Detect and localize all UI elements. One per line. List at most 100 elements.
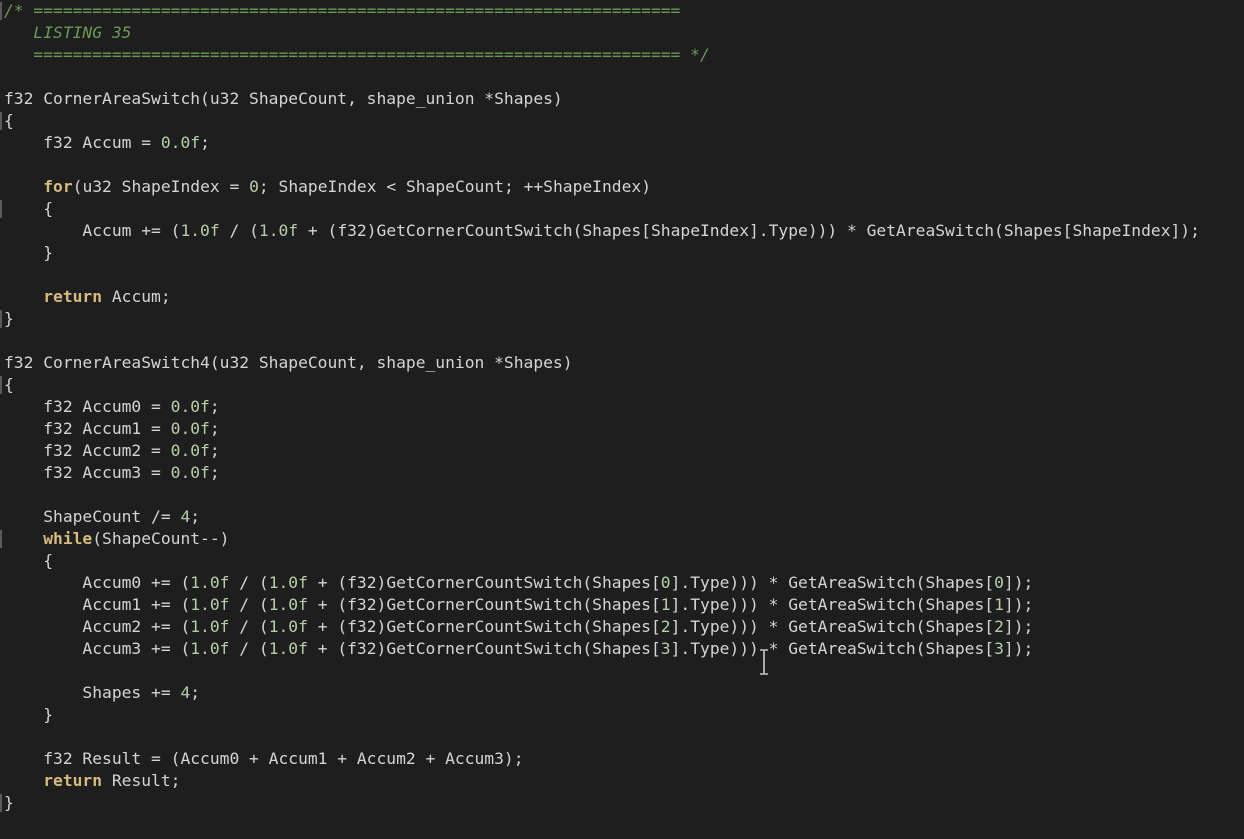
number-token: 1.0f <box>190 595 230 614</box>
code-line: for(u32 ShapeIndex = 0; ShapeIndex < Sha… <box>4 176 1200 198</box>
code-line: } <box>4 792 1200 814</box>
code-token: Result; <box>102 771 181 790</box>
code-token: ]); <box>1003 617 1034 636</box>
number-token: 1.0f <box>268 617 308 636</box>
number-token: 0.0f <box>170 463 210 482</box>
code-token: + (f32)GetCornerCountSwitch(Shapes[ <box>307 617 661 636</box>
code-line: Shapes += 4; <box>4 682 1200 704</box>
code-token: ].Type))) * GetAreaSwitch(Shapes[ <box>670 595 995 614</box>
code-line: Accum3 += (1.0f / (1.0f + (f32)GetCorner… <box>4 638 1200 660</box>
number-token: 1.0f <box>258 221 299 240</box>
code-token: f32 Accum0 = <box>4 397 171 416</box>
code-token: { <box>4 111 14 130</box>
code-text-area[interactable]: /* =====================================… <box>4 0 1200 814</box>
gutter-marker <box>0 112 2 130</box>
number-token: 1 <box>994 595 1004 614</box>
number-token: 1.0f <box>268 573 308 592</box>
code-token: ; <box>209 419 220 438</box>
code-line: } <box>4 308 1200 330</box>
code-token: / ( <box>229 595 269 614</box>
code-editor[interactable]: /* =====================================… <box>0 0 1244 839</box>
number-token: 4 <box>180 507 191 526</box>
code-line: ShapeCount /= 4; <box>4 506 1200 528</box>
code-token: + (f32)GetCornerCountSwitch(Shapes[ <box>307 639 661 658</box>
code-token: ].Type))) * GetAreaSwitch(Shapes[ <box>670 573 995 592</box>
code-token: f32 CornerAreaSwitch(u32 ShapeCount, sha… <box>4 89 563 108</box>
code-line: f32 Accum2 = 0.0f; <box>4 440 1200 462</box>
code-token: } <box>4 309 14 328</box>
number-token: 3 <box>660 639 671 658</box>
code-line: } <box>4 242 1200 264</box>
number-token: 1.0f <box>268 595 308 614</box>
code-line: } <box>4 704 1200 726</box>
code-token: / ( <box>229 639 269 658</box>
comment-token: LISTING 35 <box>4 23 132 42</box>
code-token: } <box>4 705 54 724</box>
code-token: + (f32)GetCornerCountSwitch(Shapes[ <box>307 595 661 614</box>
number-token: 1.0f <box>190 573 230 592</box>
number-token: 4 <box>180 683 191 702</box>
gutter-marker <box>0 794 2 812</box>
code-token: { <box>4 375 14 394</box>
number-token: 2 <box>994 617 1004 636</box>
number-token: 1.0f <box>180 221 220 240</box>
code-token: ; <box>190 507 201 526</box>
code-line: f32 Accum0 = 0.0f; <box>4 396 1200 418</box>
number-token: 0 <box>660 573 671 592</box>
gutter-marker <box>0 2 2 20</box>
code-token: ].Type))) * GetAreaSwitch(Shapes[ <box>670 617 995 636</box>
code-token: { <box>4 199 54 218</box>
code-line: Accum += (1.0f / (1.0f + (f32)GetCornerC… <box>4 220 1200 242</box>
gutter-marker <box>0 200 2 218</box>
number-token: 0.0f <box>160 133 201 152</box>
code-token: { <box>4 551 54 570</box>
code-token: ; <box>209 441 220 460</box>
code-token: / ( <box>229 617 269 636</box>
number-token: 1.0f <box>190 639 230 658</box>
code-line: f32 CornerAreaSwitch4(u32 ShapeCount, sh… <box>4 352 1200 374</box>
code-token: ]); <box>1003 639 1034 658</box>
code-line: { <box>4 550 1200 572</box>
code-token: ShapeCount /= <box>4 507 181 526</box>
code-line: return Result; <box>4 770 1200 792</box>
code-token: f32 CornerAreaSwitch4(u32 ShapeCount, sh… <box>4 353 573 372</box>
code-line: { <box>4 198 1200 220</box>
code-token: ].Type))) * GetAreaSwitch(Shapes[ <box>670 639 995 658</box>
number-token: 0 <box>249 177 259 196</box>
code-token: ; <box>209 463 220 482</box>
code-token: (ShapeCount--) <box>92 529 230 548</box>
keyword-token: while <box>43 529 93 548</box>
keyword-token: for <box>43 177 73 196</box>
code-token: Accum += ( <box>4 221 181 240</box>
code-line: Accum1 += (1.0f / (1.0f + (f32)GetCorner… <box>4 594 1200 616</box>
code-token: f32 Accum3 = <box>4 463 171 482</box>
code-token: f32 Result = (Accum0 + Accum1 + Accum2 +… <box>4 749 524 768</box>
number-token: 2 <box>660 617 671 636</box>
text-ibeam-cursor-icon <box>760 649 768 675</box>
code-token: ; <box>190 683 201 702</box>
code-line: ========================================… <box>4 44 1200 66</box>
code-token: Shapes += <box>4 683 181 702</box>
code-token: Accum; <box>102 287 171 306</box>
code-token: } <box>4 793 14 812</box>
code-token: + (f32)GetCornerCountSwitch(Shapes[ <box>307 573 661 592</box>
code-token: / ( <box>219 221 259 240</box>
code-token: f32 Accum2 = <box>4 441 171 460</box>
number-token: 0.0f <box>170 441 210 460</box>
code-token: } <box>4 243 54 262</box>
code-token: f32 Accum1 = <box>4 419 171 438</box>
code-line: { <box>4 110 1200 132</box>
code-line: Accum0 += (1.0f / (1.0f + (f32)GetCorner… <box>4 572 1200 594</box>
code-line: { <box>4 374 1200 396</box>
code-token: ; <box>200 133 210 152</box>
code-line: f32 Accum3 = 0.0f; <box>4 462 1200 484</box>
